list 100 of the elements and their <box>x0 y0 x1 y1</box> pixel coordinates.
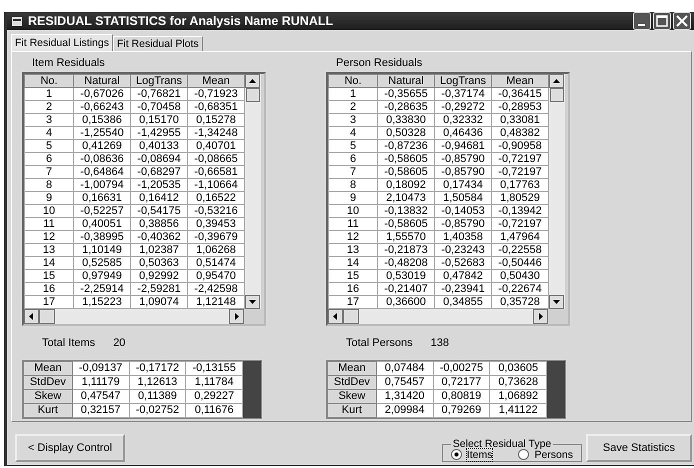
table-cell: 0,75457 <box>376 376 434 390</box>
option-label[interactable]: Persons <box>534 448 573 460</box>
column-header: LogTrans <box>434 74 492 88</box>
display-control-button[interactable]: < Display Control <box>15 434 125 462</box>
table-cell: -1,10664 <box>188 178 244 192</box>
table-cell: -0,72197 <box>492 218 548 230</box>
row-header: Kurt <box>24 404 72 418</box>
scroll-thumb[interactable] <box>550 88 564 102</box>
table-cell: 2 <box>24 100 74 114</box>
table-cell: -2,25914 <box>74 282 130 296</box>
option-label[interactable]: Items <box>466 448 492 460</box>
table-cell: 0,46436 <box>434 126 492 140</box>
table-cell: -0,08636 <box>74 152 130 166</box>
table-cell: -0,68297 <box>130 166 188 178</box>
table-cell: -0,58605 <box>378 218 434 230</box>
row-header: Skew <box>328 390 376 404</box>
column-header: Mean <box>188 74 244 88</box>
table-cell: 0,40051 <box>74 218 130 230</box>
scroll-thumb[interactable] <box>343 309 359 324</box>
column-header: Natural <box>74 74 130 88</box>
table-cell: 9 <box>24 192 74 204</box>
table-cell: -1,42955 <box>130 126 188 140</box>
table-cell: 0,41269 <box>74 140 130 152</box>
table-cell: -0,87236 <box>378 140 434 152</box>
table-cell: 0,29227 <box>186 390 243 404</box>
table-cell: 0,17434 <box>434 178 492 192</box>
table-cell: -0,02752 <box>129 404 186 418</box>
table-cell: 1,55570 <box>378 230 434 244</box>
table-cell: -0,58605 <box>378 166 434 178</box>
table-cell: 0,16522 <box>188 192 244 204</box>
table-cell: -0,23941 <box>434 282 492 296</box>
table-cell: 0,16631 <box>74 192 130 204</box>
table-cell: 0,52585 <box>74 256 130 270</box>
table-cell: 0,15170 <box>130 114 188 126</box>
table-cell: 1 <box>24 88 74 100</box>
table-cell: -0,29272 <box>434 100 492 114</box>
table-cell: 12 <box>328 230 378 244</box>
table-cell: -0,53216 <box>188 204 244 218</box>
table-cell: 0,15278 <box>188 114 244 126</box>
table-cell: 0,95470 <box>188 270 244 282</box>
close-icon[interactable] <box>673 12 691 30</box>
table-cell: 1,31420 <box>376 390 434 404</box>
table-cell: 0,32332 <box>434 114 492 126</box>
vertical-scrollbar[interactable] <box>245 74 261 309</box>
horizontal-scrollbar[interactable] <box>328 309 548 324</box>
scroll-thumb[interactable] <box>246 88 260 102</box>
table-cell: -0,76821 <box>130 88 188 100</box>
table-cell: -0,52257 <box>74 204 130 218</box>
table-cell: 2,10473 <box>378 192 434 204</box>
table-cell: 0,03605 <box>490 362 547 376</box>
table-cell: 12 <box>24 230 74 244</box>
table-cell: 1,41122 <box>490 404 547 418</box>
vertical-scrollbar[interactable] <box>549 74 565 309</box>
table-cell: 0,40133 <box>130 140 188 152</box>
minimize-icon[interactable] <box>633 12 651 30</box>
table-cell: -0,48208 <box>378 256 434 270</box>
table-cell: 0,80819 <box>433 390 490 404</box>
table-cell: 0,50363 <box>130 256 188 270</box>
table-cell: -0,66243 <box>74 100 130 114</box>
group-title: Select Residual Type <box>452 438 552 450</box>
tab[interactable]: Fit Residual Plots <box>112 36 203 51</box>
table-cell: 0,51474 <box>188 256 244 270</box>
table-cell: 15 <box>328 270 378 282</box>
table-cell: 1,10149 <box>74 244 130 256</box>
table-cell: -0,28635 <box>378 100 434 114</box>
save-statistics-button[interactable]: Save Statistics <box>586 434 692 462</box>
table-cell: 0,33830 <box>378 114 434 126</box>
table-cell: -0,13155 <box>186 362 243 376</box>
table-cell: -0,17172 <box>129 362 186 376</box>
radio-button[interactable] <box>518 449 530 460</box>
column-header: No. <box>24 74 74 88</box>
tab[interactable]: Fit Residual Listings <box>11 34 113 51</box>
table-cell: 0,53019 <box>378 270 434 282</box>
radio-button[interactable] <box>450 449 462 460</box>
table-cell: -0,94681 <box>434 140 492 152</box>
table-cell: 0,38856 <box>130 218 188 230</box>
table-cell: 0,79269 <box>433 404 490 418</box>
table-cell: 5 <box>328 140 378 152</box>
table-cell: 0,50430 <box>492 270 548 282</box>
table-cell: 0,72177 <box>433 376 490 390</box>
table-cell: 0,18092 <box>378 178 434 192</box>
table-cell: 7 <box>328 166 378 178</box>
maximize-icon[interactable] <box>653 12 671 30</box>
table-cell: -0,28953 <box>492 100 548 114</box>
table-cell: -0,08694 <box>130 152 188 166</box>
table-cell: 11 <box>24 218 74 230</box>
table-cell: -0,72197 <box>492 166 548 178</box>
table-cell: 3 <box>24 114 74 126</box>
table-cell: -0,00275 <box>433 362 490 376</box>
table-cell: -0,09137 <box>72 362 130 376</box>
column-header: No. <box>328 74 378 88</box>
horizontal-scrollbar[interactable] <box>24 309 244 324</box>
table-cell: 0,17763 <box>492 178 548 192</box>
table-cell: -0,21407 <box>378 282 434 296</box>
scroll-thumb[interactable] <box>39 309 55 324</box>
table-cell: 13 <box>24 244 74 256</box>
table-cell: 3 <box>328 114 378 126</box>
table-cell: -0,13832 <box>378 204 434 218</box>
table-cell: 1,40358 <box>434 230 492 244</box>
table-cell: 8 <box>328 178 378 192</box>
